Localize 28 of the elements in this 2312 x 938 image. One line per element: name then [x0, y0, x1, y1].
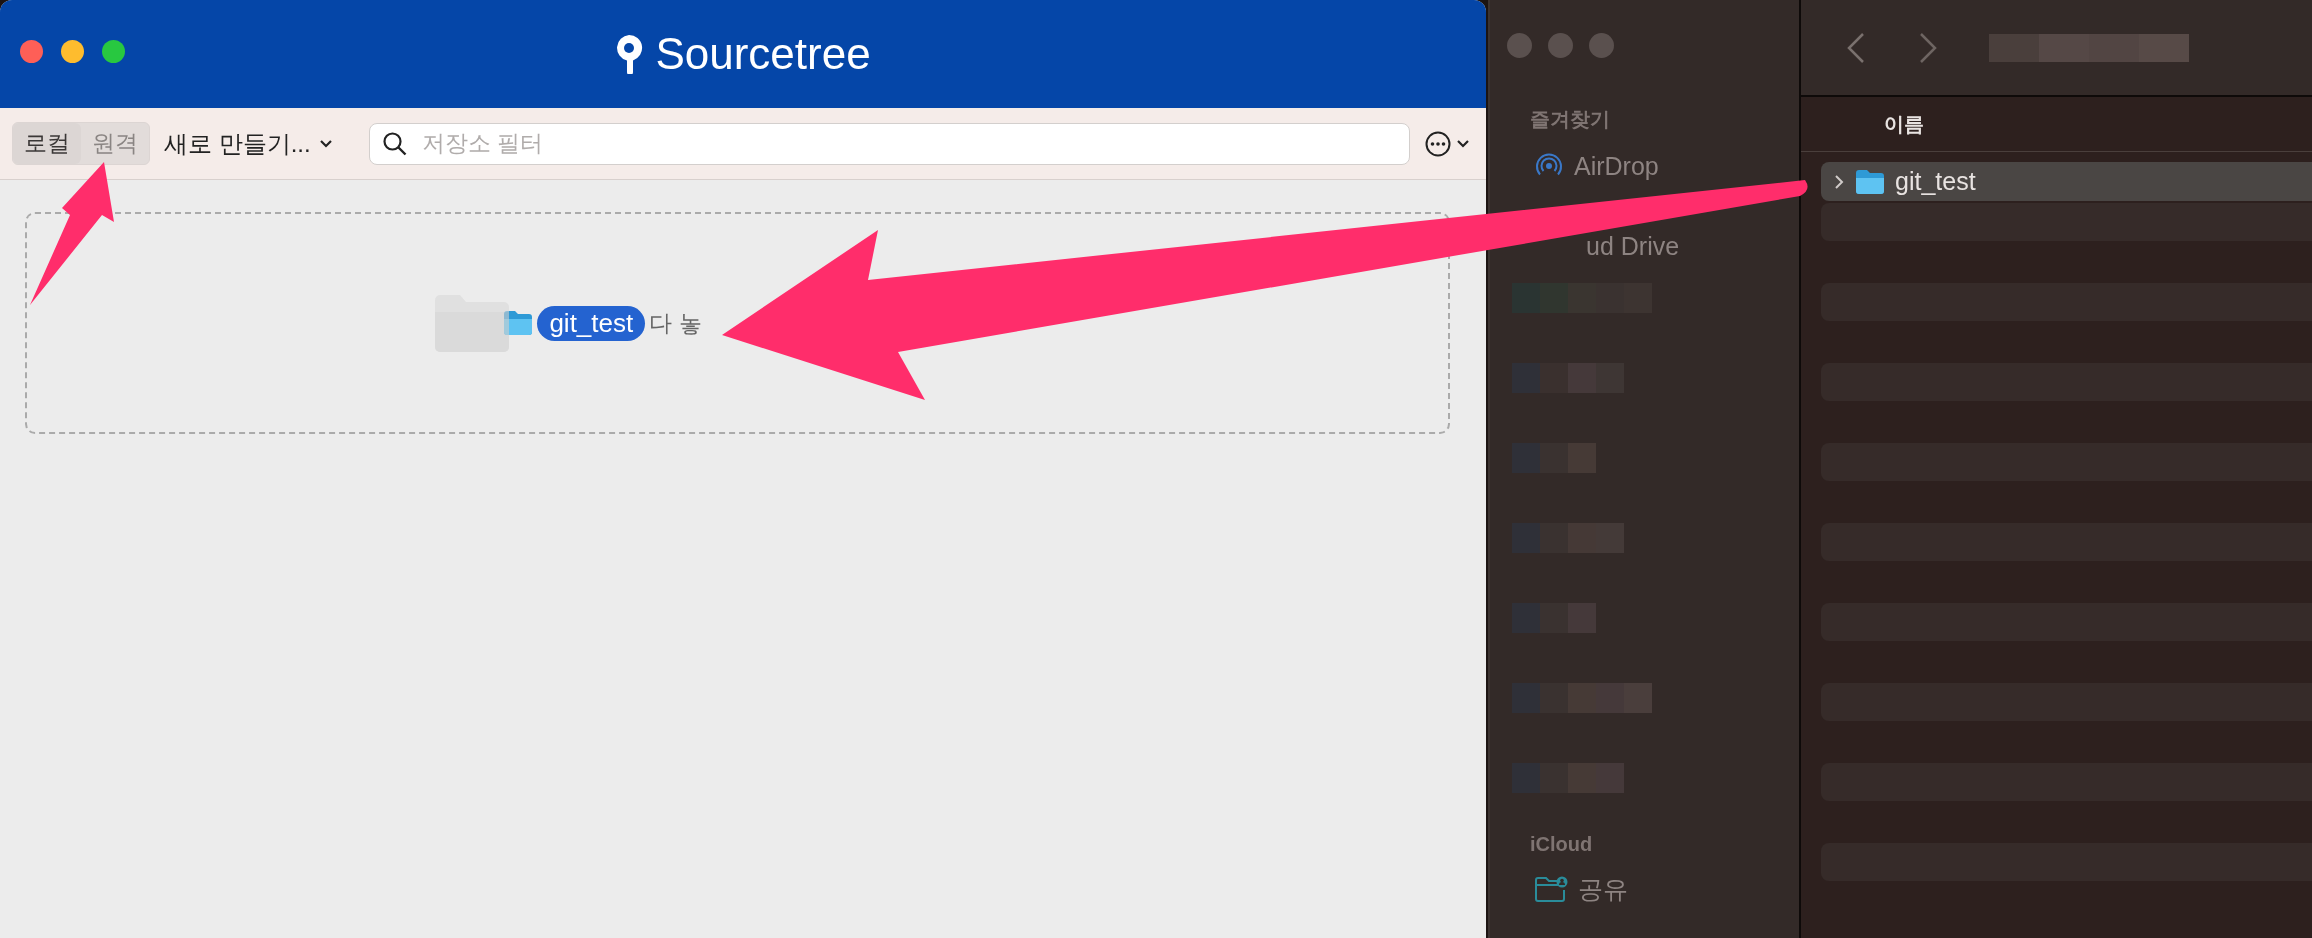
- drag-label: git_test: [537, 305, 646, 341]
- ellipsis-circle-icon: [1424, 129, 1470, 158]
- zoom-button[interactable]: [1589, 33, 1614, 58]
- pin-logo-icon: [615, 34, 644, 74]
- close-button[interactable]: [1507, 33, 1532, 58]
- sidebar-item[interactable]: ud Drive: [1586, 231, 1680, 261]
- sidebar-heading: iCloud: [1530, 833, 1594, 856]
- minimize-button[interactable]: [61, 40, 84, 63]
- folder-icon: [1855, 168, 1885, 195]
- back-icon[interactable]: [1845, 30, 1867, 65]
- sidebar-item[interactable]: AirDrop: [1534, 141, 1659, 191]
- window-title: Sourcetree: [655, 29, 871, 79]
- forward-icon[interactable]: [1917, 30, 1939, 65]
- new-menu-button[interactable]: 새로 만들기...: [156, 123, 341, 164]
- sidebar-heading: 즐겨찾기: [1530, 107, 1611, 132]
- chevron-right-icon: [1833, 172, 1845, 191]
- file-row[interactable]: git_test: [1821, 162, 2312, 201]
- sidebar-item[interactable]: 공유: [1534, 864, 1628, 914]
- search-input[interactable]: 저장소 필터: [419, 129, 1397, 158]
- search-icon: [381, 130, 408, 157]
- column-header[interactable]: 이름: [1801, 97, 2312, 152]
- shared-folder-icon: [1534, 875, 1568, 903]
- drop-hint: 다 놓: [649, 308, 702, 338]
- zoom-button[interactable]: [102, 40, 125, 63]
- tab[interactable]: 로컬: [13, 123, 81, 164]
- close-button[interactable]: [20, 40, 43, 63]
- search-field[interactable]: 저장소 필터: [368, 122, 1410, 165]
- chevron-down-icon: [318, 138, 333, 149]
